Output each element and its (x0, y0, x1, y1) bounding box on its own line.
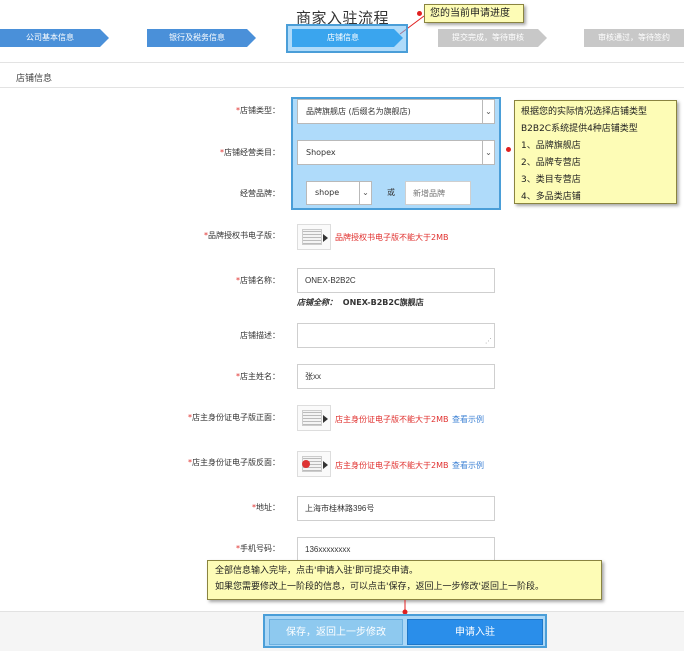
phone-label: *手机号码： (236, 544, 280, 553)
step-store-info: 店铺信息 (292, 29, 394, 47)
step-arrow (538, 29, 547, 47)
callout-line: 4、多品类店铺 (521, 192, 581, 202)
address-input[interactable] (297, 496, 495, 521)
play-icon (323, 461, 328, 469)
category-select[interactable]: Shopex ⌄ (297, 140, 495, 165)
save-return-button[interactable]: 保存，返回上一步修改 (269, 619, 403, 645)
section-title: 店铺信息 (16, 74, 53, 84)
id-back-warning: 店主身份证电子版不能大于2MB (335, 461, 449, 470)
resize-grip-icon[interactable]: ⋰ (485, 337, 492, 345)
step-bank-tax: 银行及税务信息 (147, 29, 247, 47)
step-arrow (247, 29, 256, 47)
store-type-label: *店铺类型： (236, 106, 280, 115)
brand-auth-label: *品牌授权书电子版： (204, 231, 280, 240)
step-company-info: 公司基本信息 (0, 29, 100, 47)
chevron-down-icon: ⌄ (482, 141, 494, 164)
callout-pointer-dot (506, 147, 511, 152)
callout-line: 2、品牌专营店 (521, 158, 581, 168)
brand-auth-upload[interactable] (297, 224, 331, 250)
owner-name-input[interactable] (297, 364, 495, 389)
id-back-example-link[interactable]: 查看示例 (452, 460, 484, 471)
id-back-upload[interactable] (297, 451, 331, 477)
store-type-select[interactable]: 品牌旗舰店 (后缀名为旗舰店) ⌄ (297, 99, 495, 124)
store-fullname: 店铺全称： ONEX-B2B2C旗舰店 (297, 298, 424, 307)
brand-label: 经营品牌： (240, 189, 280, 198)
id-card-thumbnail (302, 410, 322, 426)
callout-line: 根据您的实际情况选择店铺类型 (521, 107, 648, 117)
store-desc-label: 店铺描述： (240, 331, 280, 340)
stamp-icon (302, 460, 310, 468)
category-label: *店铺经营类目： (220, 148, 280, 157)
id-back-label: *店主身份证电子版反面： (188, 458, 280, 467)
id-front-upload[interactable] (297, 405, 331, 431)
step-arrow (100, 29, 109, 47)
document-thumbnail (302, 229, 322, 245)
id-front-warning: 店主身份证电子版不能大于2MB (335, 415, 449, 424)
callout-line: 3、类目专营店 (521, 175, 581, 185)
step-arrow (394, 29, 403, 47)
id-front-example-link[interactable]: 查看示例 (452, 414, 484, 425)
address-label: *地址： (252, 503, 280, 512)
owner-name-label: *店主姓名： (236, 372, 280, 381)
new-brand-input[interactable] (405, 181, 471, 205)
or-text: 或 (387, 188, 395, 197)
chevron-down-icon: ⌄ (482, 100, 494, 123)
play-icon (323, 234, 328, 242)
submit-callout: 全部信息输入完毕，点击'申请入驻'即可提交申请。 如果您需要修改上一阶段的信息，… (207, 560, 602, 600)
callout-line: 1、品牌旗舰店 (521, 141, 581, 151)
callout-line: 如果您需要修改上一阶段的信息，可以点击'保存，返回上一步修改'返回上一阶段。 (215, 582, 544, 592)
divider (0, 87, 684, 88)
play-icon (323, 415, 328, 423)
store-type-callout: 根据您的实际情况选择店铺类型 B2B2C系统提供4种店铺类型 1、品牌旗舰店 2… (514, 100, 677, 204)
brand-select[interactable]: shope ⌄ (306, 181, 372, 205)
callout-line: 全部信息输入完毕，点击'申请入驻'即可提交申请。 (215, 566, 418, 576)
chevron-down-icon: ⌄ (359, 182, 371, 204)
progress-callout: 您的当前申请进度 (424, 4, 524, 23)
step-submit-review: 提交完成，等待审核 (438, 29, 538, 47)
id-front-label: *店主身份证电子版正面： (188, 413, 280, 422)
apply-button[interactable]: 申请入驻 (407, 619, 543, 645)
step-approved-sign: 审核通过，等待签约 (584, 29, 684, 47)
store-name-label: *店铺名称： (236, 276, 280, 285)
phone-input[interactable] (297, 537, 495, 562)
brand-auth-warning: 品牌授权书电子版不能大于2MB (335, 233, 449, 242)
callout-line: B2B2C系统提供4种店铺类型 (521, 124, 638, 134)
store-name-input[interactable] (297, 268, 495, 293)
store-desc-textarea[interactable]: ⋰ (297, 323, 495, 348)
divider (0, 62, 684, 63)
